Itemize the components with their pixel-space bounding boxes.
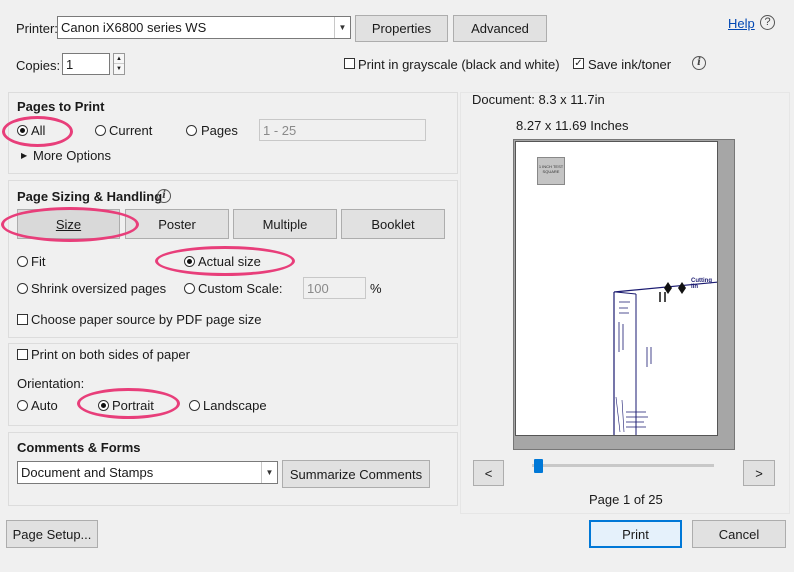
copies-label: Copies: (16, 58, 61, 73)
grayscale-checkbox[interactable] (344, 58, 355, 69)
actual-size-radio[interactable] (184, 256, 195, 267)
pages-to-print-title: Pages to Print (17, 99, 105, 114)
pages-current-radio[interactable] (95, 125, 106, 136)
pages-range-radio[interactable] (186, 125, 197, 136)
help-icon[interactable]: ? (760, 15, 775, 30)
prev-page-button[interactable]: < (473, 460, 504, 486)
save-ink-checkbox[interactable]: ✓ (573, 58, 584, 69)
shrink-radio[interactable] (17, 283, 28, 294)
printer-label: Printer: (16, 21, 58, 36)
pattern-lines (613, 281, 717, 435)
printer-select-value: Canon iX6800 series WS (61, 20, 207, 35)
comments-select-value: Document and Stamps (21, 465, 154, 480)
tab-size[interactable]: Size (17, 209, 120, 239)
save-ink-info-icon[interactable]: i (692, 56, 706, 70)
copies-input[interactable]: 1 (62, 53, 110, 75)
both-sides-label: Print on both sides of paper (31, 347, 190, 362)
paper-source-checkbox[interactable] (17, 314, 28, 325)
copies-value: 1 (66, 56, 74, 72)
stepper-up-icon[interactable]: ▲ (114, 54, 124, 64)
pages-all-label: All (31, 123, 46, 138)
tab-poster[interactable]: Poster (125, 209, 229, 239)
document-size-label: Document: 8.3 x 11.7in (472, 92, 605, 107)
paper-size-label: 8.27 x 11.69 Inches (516, 118, 629, 133)
printer-select[interactable]: Canon iX6800 series WS ▼ (57, 16, 351, 39)
orientation-auto-label: Auto (31, 398, 58, 413)
page-status-label: Page 1 of 25 (589, 492, 663, 507)
both-sides-checkbox[interactable] (17, 349, 28, 360)
fit-radio[interactable] (17, 256, 28, 267)
fit-label: Fit (31, 254, 46, 269)
pages-current-label: Current (109, 123, 153, 138)
orientation-portrait-radio[interactable] (98, 400, 109, 411)
cancel-button[interactable]: Cancel (692, 520, 786, 548)
summarize-comments-button[interactable]: Summarize Comments (282, 460, 430, 488)
page-sizing-info-icon[interactable]: i (157, 189, 171, 203)
orientation-auto-radio[interactable] (17, 400, 28, 411)
save-ink-label: Save ink/toner (588, 57, 672, 72)
page-slider-track[interactable] (532, 464, 714, 467)
orientation-landscape-radio[interactable] (189, 400, 200, 411)
next-page-button[interactable]: > (743, 460, 775, 486)
shrink-label: Shrink oversized pages (31, 281, 167, 296)
pages-all-radio[interactable] (17, 125, 28, 136)
advanced-button[interactable]: Advanced (453, 15, 547, 42)
orientation-label: Orientation: (17, 376, 85, 391)
custom-scale-input[interactable]: 100 (303, 277, 366, 299)
tab-size-label: Size (55, 216, 82, 232)
help-link[interactable]: Help (728, 16, 755, 31)
preview-page: 1 INCH TEST SQUARE Cutting lin (515, 141, 718, 436)
orientation-landscape-label: Landscape (203, 398, 267, 413)
chevron-down-icon: ▼ (334, 17, 350, 38)
chevron-down-icon: ▼ (261, 462, 277, 483)
pages-range-value: 1 - 25 (263, 122, 297, 138)
tab-multiple[interactable]: Multiple (233, 209, 337, 239)
custom-scale-radio[interactable] (184, 283, 195, 294)
orientation-portrait-label: Portrait (112, 398, 154, 413)
more-options-toggle[interactable]: More Options (33, 148, 111, 163)
paper-source-label: Choose paper source by PDF page size (31, 312, 262, 327)
percent-label: % (370, 281, 382, 296)
comments-select[interactable]: Document and Stamps ▼ (17, 461, 278, 484)
properties-button[interactable]: Properties (355, 15, 448, 42)
page-sizing-title: Page Sizing & Handling (17, 189, 163, 204)
grayscale-label: Print in grayscale (black and white) (358, 57, 560, 72)
copies-stepper[interactable]: ▲ ▼ (113, 53, 125, 75)
page-slider-thumb[interactable] (534, 459, 543, 473)
expand-triangle-icon[interactable]: ▶ (21, 151, 27, 160)
pages-range-input[interactable]: 1 - 25 (259, 119, 426, 141)
custom-scale-value: 100 (307, 280, 329, 296)
cutting-line-text: Cutting lin (691, 278, 712, 290)
comments-title: Comments & Forms (17, 440, 141, 455)
page-setup-button[interactable]: Page Setup... (6, 520, 98, 548)
actual-size-label: Actual size (198, 254, 261, 269)
custom-scale-label: Custom Scale: (198, 281, 283, 296)
pages-range-label: Pages (201, 123, 238, 138)
tab-booklet[interactable]: Booklet (341, 209, 445, 239)
stepper-down-icon[interactable]: ▼ (114, 64, 124, 74)
print-button[interactable]: Print (589, 520, 682, 548)
